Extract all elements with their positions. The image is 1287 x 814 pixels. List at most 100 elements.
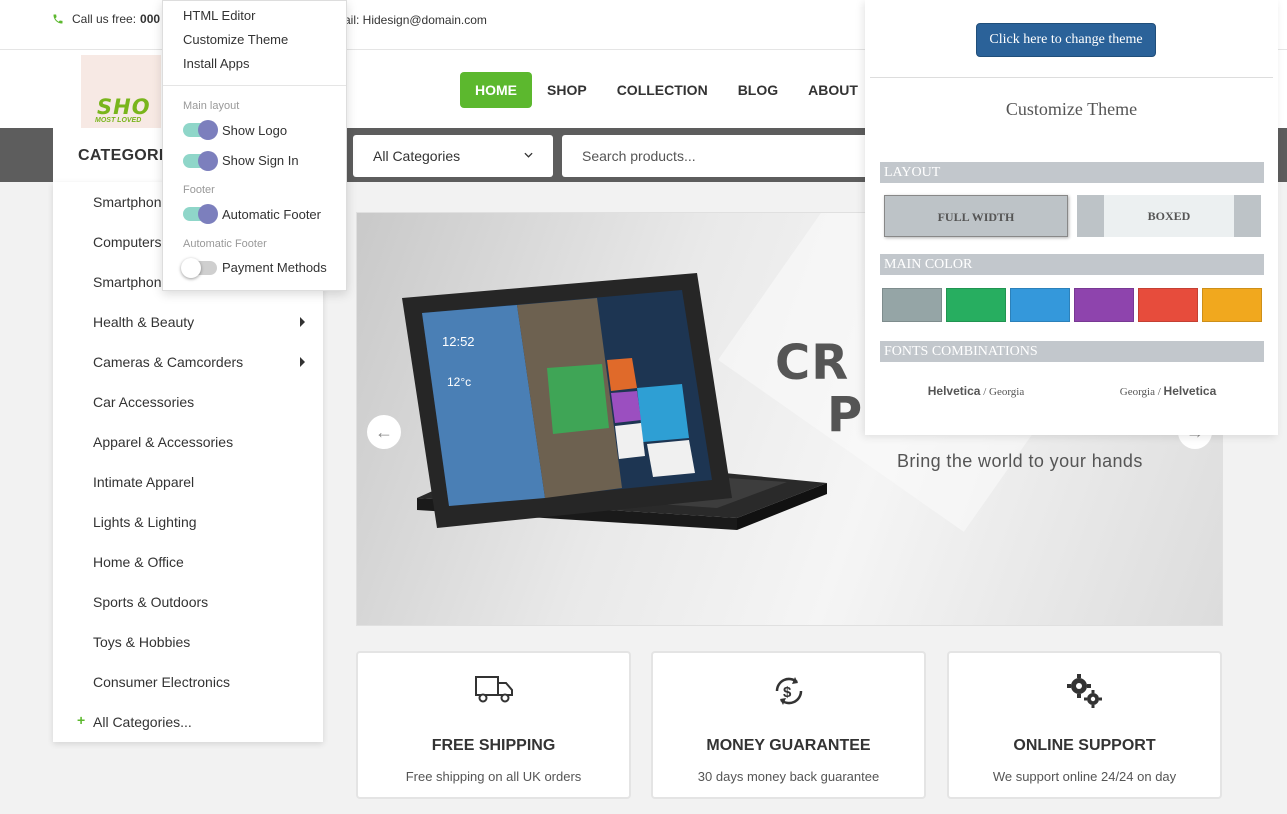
all-categories-label: All Categories...: [93, 714, 192, 730]
boxed-label: BOXED: [1147, 209, 1191, 223]
phone-icon: [53, 14, 63, 24]
group-label-footer: Footer: [183, 184, 215, 196]
boxed-button[interactable]: BOXED: [1077, 195, 1261, 237]
money-refresh-icon: $: [775, 677, 802, 705]
feature-description: 30 days money back guarantee: [697, 769, 880, 784]
category-item[interactable]: Apparel & Accessories: [53, 422, 323, 462]
panel-title: Customize Theme: [1005, 99, 1138, 119]
main-nav: HOME SHOP COLLECTION BLOG ABOUT: [460, 72, 873, 108]
group-label-automatic-footer: Automatic Footer: [183, 238, 267, 250]
category-item[interactable]: Lights & Lighting: [53, 502, 323, 542]
category-label: Health & Beauty: [93, 314, 195, 330]
categories-title: CATEGORI: [78, 147, 164, 164]
category-item[interactable]: Consumer Electronics: [53, 662, 323, 702]
color-swatch-green[interactable]: [946, 288, 1006, 322]
color-swatch-gray[interactable]: [882, 288, 942, 322]
tablet-keyboard-image: 12:52 12°c: [402, 273, 827, 530]
nav-collection[interactable]: COLLECTION: [602, 72, 723, 108]
font-combo-secondary: / Georgia: [980, 386, 1025, 398]
panel-divider: [870, 77, 1273, 78]
category-label: Car Accessories: [93, 394, 195, 410]
automatic-footer-label: Automatic Footer: [222, 207, 321, 222]
feature-title: ONLINE SUPPORT: [1013, 737, 1156, 754]
color-swatch-red[interactable]: [1138, 288, 1198, 322]
show-logo-toggle[interactable]: [183, 120, 218, 140]
category-label: Toys & Hobbies: [93, 634, 191, 650]
banner-headline-2: P: [827, 387, 863, 443]
feature-title: MONEY GUARANTEE: [706, 737, 871, 754]
banner-headline: CR: [775, 335, 850, 391]
call-number: 000: [140, 12, 161, 26]
call-label: Call us free:: [72, 12, 137, 26]
font-combo-helvetica-georgia[interactable]: Helvetica / Georgia: [881, 384, 1071, 398]
change-theme-button[interactable]: Click here to change theme: [976, 23, 1156, 57]
slider-prev-button[interactable]: ←: [367, 415, 401, 449]
show-signin-toggle[interactable]: [183, 151, 218, 171]
nav-shop[interactable]: SHOP: [532, 72, 602, 108]
color-swatch-orange[interactable]: [1202, 288, 1262, 322]
chevron-down-icon: [524, 152, 533, 158]
category-item[interactable]: Home & Office: [53, 542, 323, 582]
truck-icon: [474, 676, 513, 703]
color-swatch-blue[interactable]: [1010, 288, 1070, 322]
nav-home[interactable]: HOME: [460, 72, 532, 108]
nav-blog[interactable]: BLOG: [723, 72, 793, 108]
feature-description: Free shipping on all UK orders: [405, 769, 582, 784]
font-combo-georgia-helvetica[interactable]: Georgia / Helvetica: [1073, 384, 1263, 398]
gears-icon: [1066, 674, 1102, 708]
category-item[interactable]: Health & Beauty: [53, 302, 323, 342]
font-combo-secondary: Helvetica: [1163, 384, 1217, 398]
font-combo-primary: Georgia /: [1119, 386, 1164, 398]
category-label: Cameras & Camcorders: [93, 354, 244, 370]
nav-about[interactable]: ABOUT: [793, 72, 873, 108]
admin-dropdown-menu: HTML Editor Customize Theme Install Apps…: [162, 0, 347, 291]
menu-item-html-editor[interactable]: HTML Editor: [183, 8, 255, 23]
category-label: Smartphon: [93, 274, 162, 290]
menu-item-install-apps[interactable]: Install Apps: [183, 56, 250, 71]
caret-right-icon: [300, 357, 305, 367]
category-item[interactable]: Toys & Hobbies: [53, 622, 323, 662]
category-label: Apparel & Accessories: [93, 434, 234, 450]
search-input[interactable]: [562, 135, 882, 177]
plus-icon: +: [77, 712, 86, 728]
menu-item-customize-theme[interactable]: Customize Theme: [183, 32, 288, 47]
category-label: Computers: [93, 234, 162, 250]
category-label: Lights & Lighting: [93, 514, 197, 530]
banner-subtitle: Bring the world to your hands: [897, 451, 1143, 471]
feature-description: We support online 24/24 on day: [992, 769, 1177, 784]
feature-free-shipping: FREE SHIPPING Free shipping on all UK or…: [356, 651, 631, 799]
caret-right-icon: [300, 317, 305, 327]
payment-methods-toggle[interactable]: [181, 258, 217, 278]
category-select-value: All Categories: [373, 148, 461, 164]
category-item[interactable]: Car Accessories: [53, 382, 323, 422]
full-width-button[interactable]: FULL WIDTH: [884, 195, 1068, 237]
category-label: Consumer Electronics: [93, 674, 230, 690]
phone-info: Call us free: 000: [52, 12, 160, 26]
category-label: Sports & Outdoors: [93, 594, 209, 610]
layout-section-header: LAYOUT: [880, 162, 1264, 183]
color-swatch-purple[interactable]: [1074, 288, 1134, 322]
font-combo-primary: Helvetica: [927, 384, 981, 398]
menu-divider: [163, 85, 346, 86]
payment-methods-label: Payment Methods: [222, 260, 327, 275]
category-select[interactable]: All Categories: [353, 135, 553, 177]
tablet-time: 12:52: [442, 334, 475, 349]
category-item[interactable]: Intimate Apparel: [53, 462, 323, 502]
logo-tagline: MOST LOVED: [95, 117, 142, 124]
category-item[interactable]: Cameras & Camcorders: [53, 342, 323, 382]
category-label: Smartphon: [93, 194, 162, 210]
show-logo-label: Show Logo: [222, 123, 288, 138]
email-info: ail: Hidesign@domain.com: [344, 13, 487, 27]
group-label-main-layout: Main layout: [183, 100, 240, 112]
tablet-weather: 12°c: [447, 375, 471, 389]
category-label: Home & Office: [93, 554, 184, 570]
automatic-footer-toggle[interactable]: [183, 204, 218, 224]
category-item[interactable]: Sports & Outdoors: [53, 582, 323, 622]
feature-online-support: ONLINE SUPPORT We support online 24/24 o…: [947, 651, 1222, 799]
category-label: Intimate Apparel: [93, 474, 195, 490]
show-signin-label: Show Sign In: [222, 153, 299, 168]
search-box: [562, 135, 882, 177]
fonts-section-header: FONTS COMBINATIONS: [880, 341, 1264, 362]
logo-text: SHO: [97, 95, 151, 119]
all-categories-link[interactable]: + All Categories...: [53, 702, 323, 742]
